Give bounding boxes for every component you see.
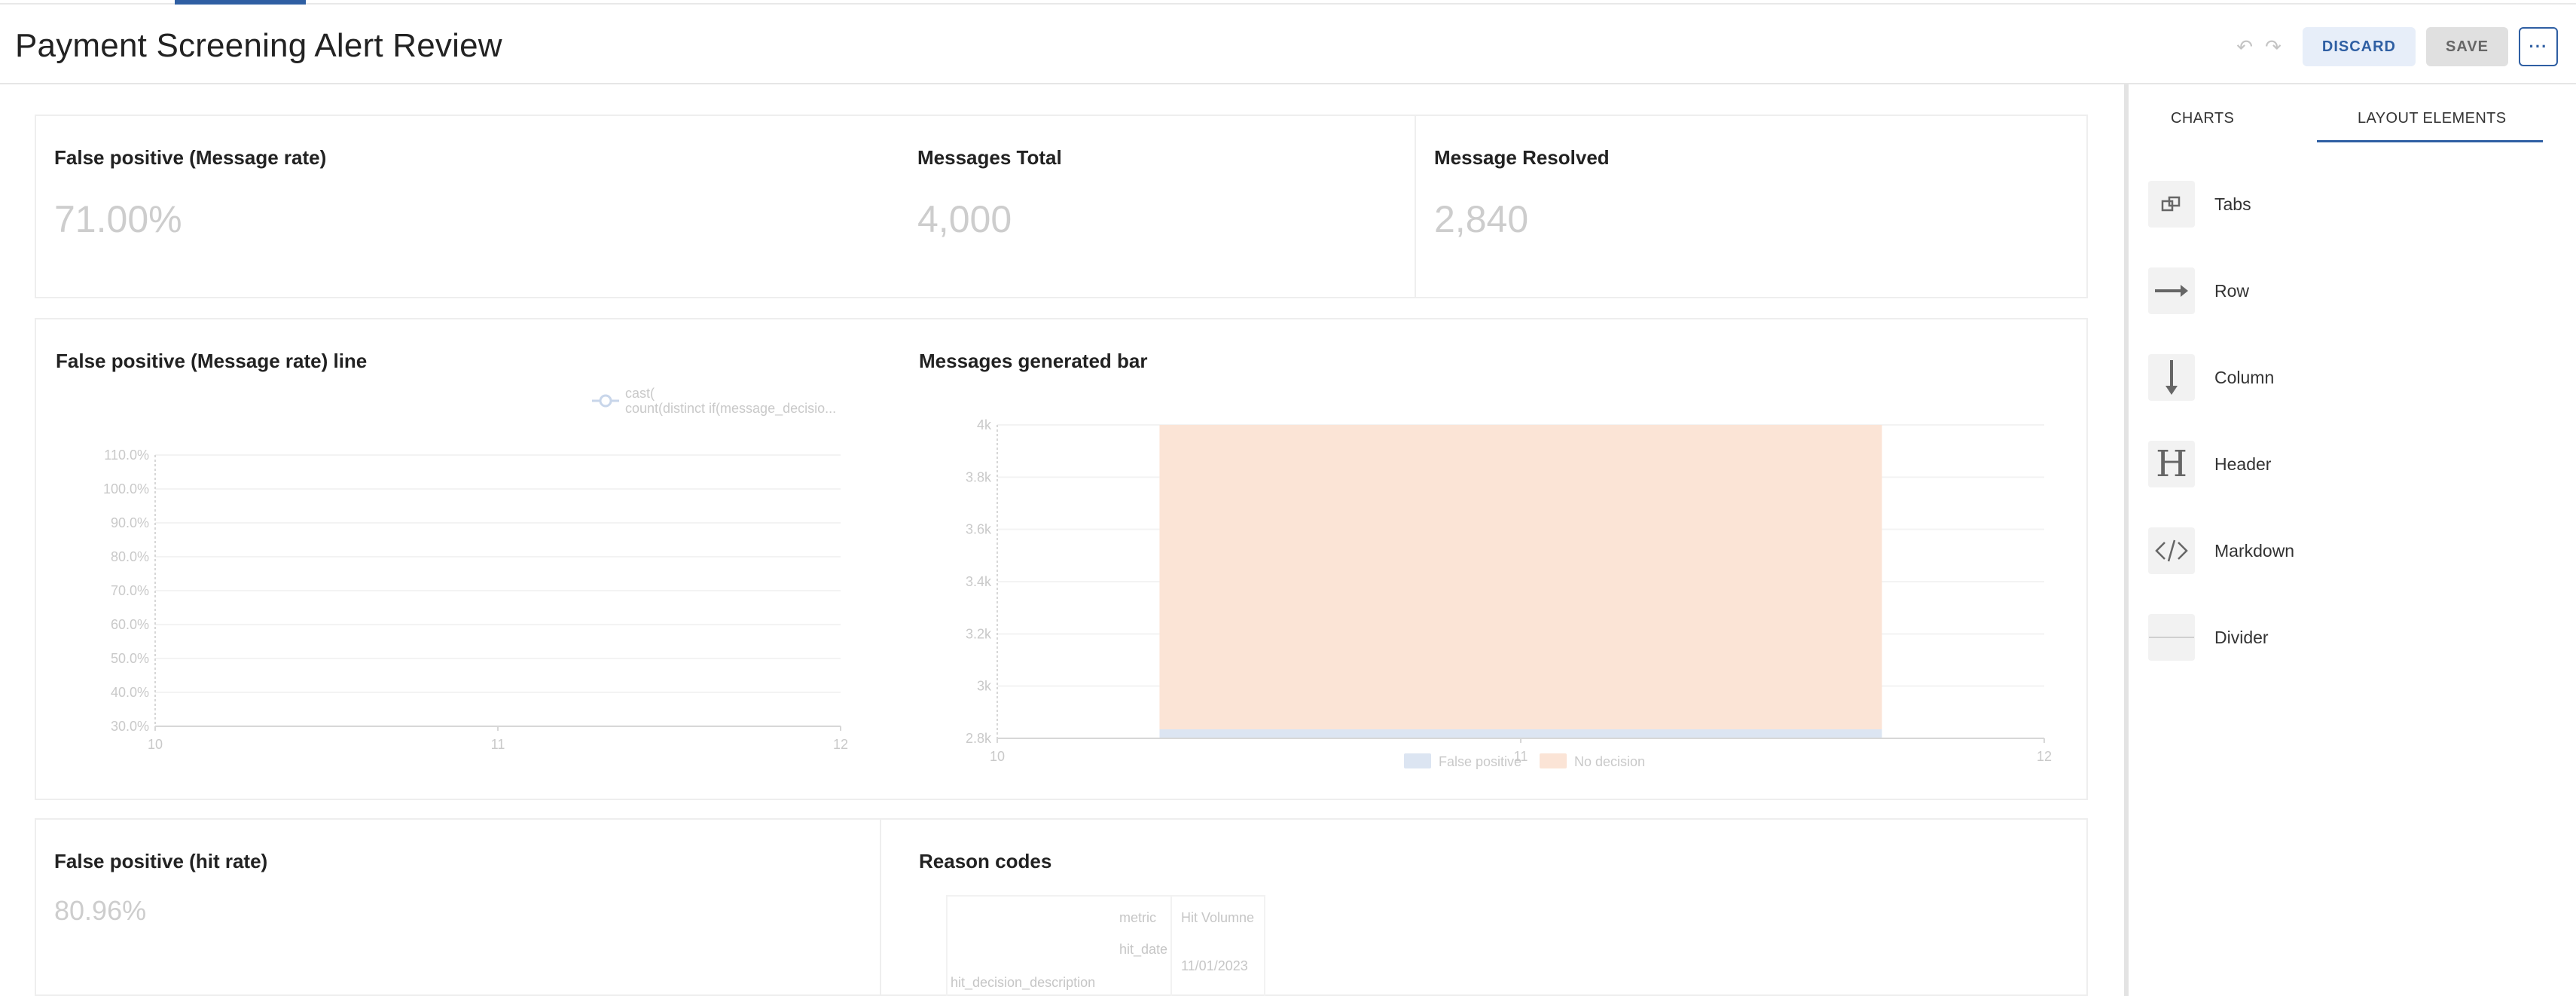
more-options-button[interactable]: ··· xyxy=(2519,27,2558,66)
header-actions: ↶ ↷ DISCARD SAVE ··· xyxy=(2236,27,2558,66)
active-tab-underline xyxy=(2317,140,2543,142)
y-tick-label: 60.0% xyxy=(111,617,149,632)
table-header-metric: metric xyxy=(1119,910,1156,925)
x-tick-label: 10 xyxy=(990,749,1005,764)
charts-row: False positive (Message rate) line 30.0%… xyxy=(35,318,2088,800)
layout-element-label: Row xyxy=(2214,280,2250,301)
y-tick-label: 3.8k xyxy=(966,469,992,484)
kpi-title: Message Resolved xyxy=(1434,146,1610,169)
tab-charts[interactable]: CHARTS xyxy=(2171,110,2234,127)
redo-icon[interactable]: ↷ xyxy=(2265,35,2281,59)
hit-rate-value: 80.96% xyxy=(54,895,147,926)
layout-element-label: Tabs xyxy=(2214,194,2251,214)
right-panel: CHARTS LAYOUT ELEMENTS Tabs Row Column H… xyxy=(2124,84,2576,996)
y-tick-label: 2.8k xyxy=(966,731,992,746)
bar-chart-bars xyxy=(1159,425,1882,738)
code-icon xyxy=(2148,527,2195,574)
legend-swatch-false-positive xyxy=(1404,753,1431,768)
legend-label: False positive xyxy=(1439,754,1521,769)
reason-codes-title: Reason codes xyxy=(919,850,1052,872)
layout-element-label: Header xyxy=(2214,454,2272,474)
dashboard-canvas: False positive (Message rate) 71.00% Mes… xyxy=(0,84,2124,996)
y-tick-label: 50.0% xyxy=(111,651,149,666)
layout-element-label: Divider xyxy=(2214,627,2269,647)
tabs-icon xyxy=(2148,181,2195,228)
tab-layout-elements[interactable]: LAYOUT ELEMENTS xyxy=(2358,110,2507,127)
reason-codes-card[interactable]: Reason codes metric Hit Volumne hit_date… xyxy=(880,818,2088,996)
y-tick-label: 40.0% xyxy=(111,685,149,700)
divider-icon xyxy=(2148,614,2195,661)
discard-button[interactable]: DISCARD xyxy=(2302,27,2416,66)
header-icon: H xyxy=(2148,441,2195,487)
legend-marker xyxy=(599,394,612,408)
layout-element-label: Column xyxy=(2214,367,2275,387)
line-legend: cast( count(distinct if(message_decisio.… xyxy=(592,386,836,417)
bar-chart-y-axis: 2.8k 3k 3.2k 3.4k 3.6k 3.8k 4k xyxy=(966,417,992,746)
kpi-title: Messages Total xyxy=(917,146,1062,169)
kpi-card-messages-total[interactable]: Messages Total 4,000 xyxy=(898,115,1416,298)
y-tick-label: 4k xyxy=(977,417,992,432)
x-tick-label: 11 xyxy=(491,737,505,752)
bar-false-positive xyxy=(1159,729,1882,738)
y-tick-label: 70.0% xyxy=(111,583,149,598)
line-chart-x-axis: 10 11 12 xyxy=(148,726,848,752)
reason-codes-table: metric Hit Volumne hit_date 11/01/2023 h… xyxy=(946,895,1265,996)
legend-label-line1: cast( xyxy=(625,386,655,401)
table-row-hit-date: hit_date xyxy=(1119,942,1168,957)
kpi-card-false-positive-rate[interactable]: False positive (Message rate) 71.00% xyxy=(35,115,898,298)
save-button[interactable]: SAVE xyxy=(2426,27,2508,66)
kpi-value: 4,000 xyxy=(917,198,1012,240)
layout-element-column[interactable]: Column xyxy=(2148,353,2274,402)
page-title: Payment Screening Alert Review xyxy=(15,27,502,64)
row-arrow-icon xyxy=(2148,267,2195,314)
panel-tabs: CHARTS LAYOUT ELEMENTS xyxy=(2129,84,2576,145)
legend-label: No decision xyxy=(1574,754,1645,769)
hit-rate-card[interactable]: False positive (hit rate) 80.96% xyxy=(35,818,881,996)
kpi-card-messages-resolved[interactable]: Message Resolved 2,840 xyxy=(1416,115,2088,298)
bar-chart[interactable]: 2.8k3k3.2k3.4k3.6k3.8k4k 10 11 12 False po… xyxy=(899,372,2074,779)
y-tick-label: 3.6k xyxy=(966,522,992,537)
layout-element-markdown[interactable]: Markdown xyxy=(2148,526,2294,576)
line-chart-grid xyxy=(155,454,841,727)
y-tick-label: 3.2k xyxy=(966,626,992,641)
x-tick-label: 10 xyxy=(148,737,163,752)
kpi-value: 2,840 xyxy=(1434,198,1529,240)
table-header-hit-volume: Hit Volumne xyxy=(1181,910,1255,925)
bar-chart-title: Messages generated bar xyxy=(919,350,1148,372)
x-tick-label: 12 xyxy=(2037,749,2052,764)
undo-redo-group: ↶ ↷ xyxy=(2236,35,2281,59)
y-tick-label: 3k xyxy=(977,679,992,694)
column-arrow-icon xyxy=(2148,354,2195,401)
legend-swatch-no-decision xyxy=(1540,753,1567,768)
legend-label-line2: count(distinct if(message_decisio... xyxy=(625,401,836,417)
layout-element-row[interactable]: Row xyxy=(2148,266,2249,316)
bar-no-decision xyxy=(1159,425,1882,729)
undo-icon[interactable]: ↶ xyxy=(2236,35,2253,59)
table-row-description: hit_decision_description xyxy=(951,975,1096,990)
dashboard-header: Payment Screening Alert Review ↶ ↷ DISCA… xyxy=(0,5,2576,84)
layout-element-header[interactable]: H Header xyxy=(2148,439,2271,489)
y-tick-label: 80.0% xyxy=(111,549,149,564)
layout-element-divider[interactable]: Divider xyxy=(2148,613,2269,662)
line-chart-y-axis: 30.0% 40.0% 50.0% 60.0% 70.0% 80.0% 90.0% 100.0… xyxy=(103,448,149,734)
y-tick-label: 110.0% xyxy=(104,448,149,463)
x-tick-label: 12 xyxy=(833,737,848,752)
y-tick-label: 100.0% xyxy=(103,481,149,496)
line-chart[interactable]: 30.0% 40.0% 50.0% 60.0% 70.0% 80.0% 90.0% 100.0… xyxy=(36,372,895,764)
kpi-value: 71.00% xyxy=(54,198,182,240)
line-chart-title: False positive (Message rate) line xyxy=(56,350,368,372)
y-tick-label: 90.0% xyxy=(111,515,149,530)
table-divider xyxy=(1170,897,1172,996)
table-cell-date: 11/01/2023 xyxy=(1181,958,1248,973)
y-tick-label: 30.0% xyxy=(111,719,149,734)
layout-element-label: Markdown xyxy=(2214,540,2295,561)
hit-rate-title: False positive (hit rate) xyxy=(54,850,268,872)
layout-element-tabs[interactable]: Tabs xyxy=(2148,179,2251,229)
kpi-title: False positive (Message rate) xyxy=(54,146,327,169)
y-tick-label: 3.4k xyxy=(966,574,992,589)
